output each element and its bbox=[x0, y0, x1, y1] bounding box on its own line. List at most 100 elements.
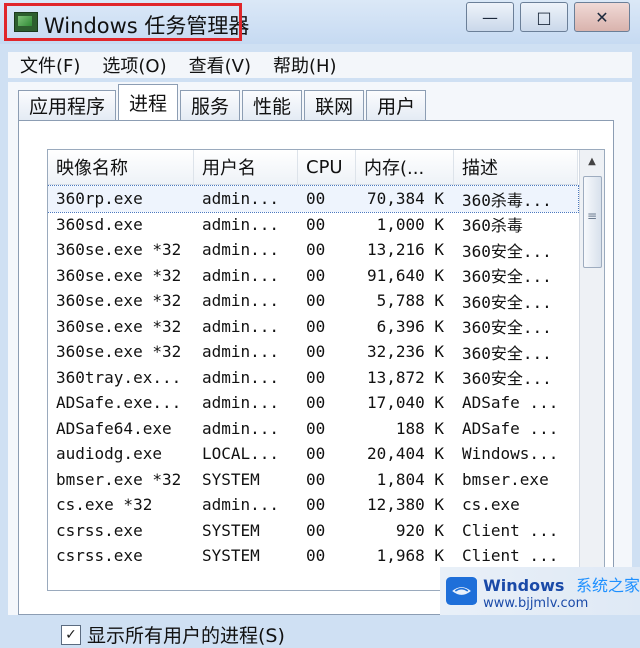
cell-memory: 188 K bbox=[395, 418, 444, 438]
scroll-up-arrow-icon[interactable]: ▲ bbox=[580, 150, 604, 172]
cell-memory: 6,396 K bbox=[376, 316, 444, 336]
process-row[interactable]: 360se.exe *32 admin... 00 13,216 K 360安全... bbox=[48, 237, 578, 263]
process-list-header: 映像名称 用户名 CPU 内存(... 描述 bbox=[48, 150, 578, 185]
process-row[interactable]: bmser.exe *32 SYSTEM 00 1,804 K bmser.exe bbox=[48, 467, 578, 493]
cell-user-name: admin... bbox=[202, 265, 280, 285]
cell-cpu: 00 bbox=[306, 291, 326, 311]
process-row[interactable]: ADSafe64.exe admin... 00 188 K ADSafe ... bbox=[48, 416, 578, 442]
process-list[interactable]: 映像名称 用户名 CPU 内存(... 描述 360rp.exe admin...… bbox=[47, 149, 605, 591]
cell-user-name: SYSTEM bbox=[202, 546, 260, 566]
tab-strip: 应用程序 进程 服务 性能 联网 用户 bbox=[18, 84, 428, 120]
process-row[interactable]: 360tray.ex... admin... 00 13,872 K 360安全... bbox=[48, 365, 578, 391]
tab-processes[interactable]: 进程 bbox=[118, 84, 179, 120]
process-row[interactable]: audiodg.exe LOCAL... 00 20,404 K Windows... bbox=[48, 441, 578, 467]
cell-description: cs.exe bbox=[462, 495, 520, 515]
process-row[interactable]: 360se.exe *32 admin... 00 32,236 K 360安全... bbox=[48, 339, 578, 365]
cell-description: bmser.exe bbox=[462, 469, 549, 489]
cell-user-name: admin... bbox=[202, 316, 280, 336]
cell-user-name: SYSTEM bbox=[202, 520, 260, 540]
vertical-scrollbar[interactable]: ▲ ▼ bbox=[579, 150, 604, 590]
watermark-brand-cn: 系统之家 bbox=[575, 575, 640, 595]
cell-cpu: 00 bbox=[306, 316, 326, 336]
cell-image-name: ADSafe.exe... bbox=[56, 393, 182, 413]
process-row[interactable]: 360se.exe *32 admin... 00 6,396 K 360安全... bbox=[48, 314, 578, 340]
process-row[interactable]: csrss.exe SYSTEM 00 1,968 K Client ... bbox=[48, 543, 578, 569]
tab-performance[interactable]: 性能 bbox=[242, 90, 303, 120]
cell-cpu: 00 bbox=[306, 189, 326, 209]
cell-cpu: 00 bbox=[306, 367, 326, 387]
tab-applications[interactable]: 应用程序 bbox=[18, 90, 117, 120]
column-user-name[interactable]: 用户名 bbox=[194, 150, 298, 184]
cell-image-name: audiodg.exe bbox=[56, 444, 162, 464]
cell-image-name: csrss.exe bbox=[56, 546, 143, 566]
cell-cpu: 00 bbox=[306, 214, 326, 234]
process-rows: 360rp.exe admin... 00 70,384 K 360杀毒... 360sd… bbox=[48, 185, 579, 569]
close-button[interactable]: ✕ bbox=[574, 2, 630, 32]
cell-memory: 1,000 K bbox=[376, 214, 444, 234]
cell-description: 360杀毒 bbox=[462, 216, 523, 236]
process-row[interactable]: 360sd.exe admin... 00 1,000 K 360杀毒 bbox=[48, 212, 578, 238]
cell-cpu: 00 bbox=[306, 520, 326, 540]
cell-image-name: 360se.exe *32 bbox=[56, 291, 182, 311]
process-row[interactable]: 360se.exe *32 admin... 00 91,640 K 360安全... bbox=[48, 263, 578, 289]
cell-cpu: 00 bbox=[306, 469, 326, 489]
cell-cpu: 00 bbox=[306, 418, 326, 438]
cell-description: 360杀毒... bbox=[462, 190, 552, 210]
maximize-button[interactable]: □ bbox=[520, 2, 568, 32]
process-row[interactable]: 360se.exe *32 admin... 00 5,788 K 360安全... bbox=[48, 288, 578, 314]
windows-logo-icon bbox=[446, 576, 478, 606]
processes-panel: 映像名称 用户名 CPU 内存(... 描述 360rp.exe admin...… bbox=[18, 120, 614, 647]
menu-view[interactable]: 查看(V) bbox=[189, 52, 251, 78]
cell-image-name: 360se.exe *32 bbox=[56, 342, 182, 362]
cell-image-name: csrss.exe bbox=[56, 520, 143, 540]
show-all-users-checkbox[interactable]: ✓ bbox=[61, 624, 81, 645]
cell-memory: 20,404 K bbox=[366, 444, 444, 464]
watermark-url: www.bjjmlv.com bbox=[483, 595, 589, 611]
cell-memory: 13,872 K bbox=[366, 367, 444, 387]
watermark: Windows 系统之家 www.bjjmlv.com bbox=[440, 567, 640, 615]
process-row[interactable]: csrss.exe SYSTEM 00 920 K Client ... bbox=[48, 518, 578, 544]
cell-cpu: 00 bbox=[306, 240, 326, 260]
cell-memory: 32,236 K bbox=[366, 342, 444, 362]
menu-file[interactable]: 文件(F) bbox=[20, 52, 80, 78]
cell-image-name: 360se.exe *32 bbox=[56, 316, 182, 336]
tab-services[interactable]: 服务 bbox=[180, 90, 241, 120]
menu-help[interactable]: 帮助(H) bbox=[273, 52, 337, 78]
column-memory[interactable]: 内存(... bbox=[356, 150, 454, 184]
cell-image-name: cs.exe *32 bbox=[56, 495, 153, 515]
cell-user-name: LOCAL... bbox=[202, 444, 280, 464]
cell-image-name: 360se.exe *32 bbox=[56, 265, 182, 285]
process-row[interactable]: ADSafe.exe... admin... 00 17,040 K ADSafe ..… bbox=[48, 390, 578, 416]
cell-memory: 12,380 K bbox=[366, 495, 444, 515]
cell-memory: 1,804 K bbox=[376, 469, 444, 489]
column-description[interactable]: 描述 bbox=[454, 150, 578, 184]
scrollbar-thumb[interactable] bbox=[583, 176, 602, 268]
cell-cpu: 00 bbox=[306, 393, 326, 413]
tab-networking[interactable]: 联网 bbox=[304, 90, 365, 120]
column-cpu[interactable]: CPU bbox=[298, 150, 356, 184]
cell-memory: 13,216 K bbox=[366, 240, 444, 260]
cell-user-name: admin... bbox=[202, 495, 280, 515]
window-controls: — □ ✕ bbox=[460, 2, 630, 32]
cell-description: ADSafe ... bbox=[462, 393, 559, 413]
process-row[interactable]: 360rp.exe admin... 00 70,384 K 360杀毒... bbox=[48, 185, 579, 213]
menu-bar: 文件(F) 选项(O) 查看(V) 帮助(H) bbox=[8, 52, 632, 78]
cell-description: 360安全... bbox=[462, 318, 552, 338]
cell-user-name: admin... bbox=[202, 240, 280, 260]
column-image-name[interactable]: 映像名称 bbox=[48, 150, 194, 184]
cell-user-name: admin... bbox=[202, 291, 280, 311]
cell-image-name: 360se.exe *32 bbox=[56, 240, 182, 260]
minimize-button[interactable]: — bbox=[466, 2, 514, 32]
menu-options[interactable]: 选项(O) bbox=[102, 52, 166, 78]
cell-description: 360安全... bbox=[462, 267, 552, 287]
show-all-users-option[interactable]: ✓ 显示所有用户的进程(S) bbox=[61, 621, 285, 648]
cell-cpu: 00 bbox=[306, 546, 326, 566]
tab-users[interactable]: 用户 bbox=[366, 90, 427, 120]
cell-memory: 91,640 K bbox=[366, 265, 444, 285]
cell-cpu: 00 bbox=[306, 444, 326, 464]
process-row[interactable]: cs.exe *32 admin... 00 12,380 K cs.exe bbox=[48, 492, 578, 518]
cell-memory: 17,040 K bbox=[366, 393, 444, 413]
cell-memory: 1,968 K bbox=[376, 546, 444, 566]
cell-image-name: 360sd.exe bbox=[56, 214, 143, 234]
cell-memory: 920 K bbox=[395, 520, 444, 540]
